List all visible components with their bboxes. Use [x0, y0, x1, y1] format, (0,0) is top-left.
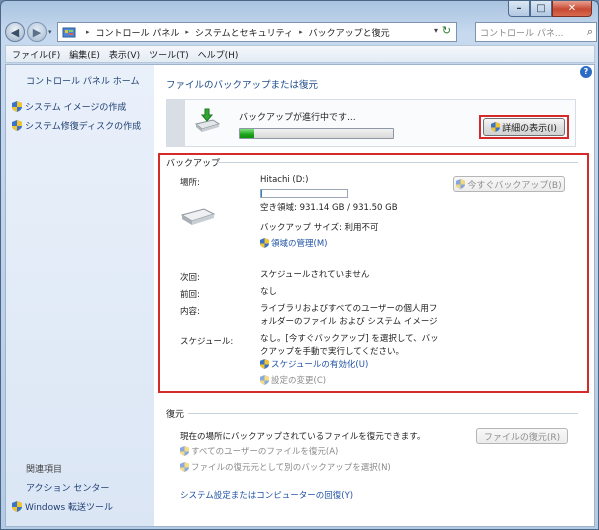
shield-icon [180, 446, 189, 456]
restore-description: 現在の場所にバックアップされているファイルを復元できます。 [180, 432, 426, 442]
breadcrumb-separator: ▸ [86, 28, 90, 36]
restore-section-title: 復元 [166, 410, 185, 420]
sidebar: コントロール パネル ホーム システム イメージの作成 システム修復ディスクの作… [6, 65, 154, 526]
window: – □ ✕ ◀ ▶ ▾ ▸ コントロール パネル ▸ システムとセキュリティ ▸… [0, 0, 599, 530]
menu-edit[interactable]: 編集(E) [69, 48, 100, 61]
schedule-line-2: クアップを手動で実行してください。 [260, 347, 404, 357]
backup-size-text: バックアップ サイズ: 利用不可 [260, 223, 379, 233]
shield-icon [180, 462, 189, 472]
change-settings-label: 設定の変更(C) [271, 376, 327, 386]
next-label: 次回: [180, 273, 200, 283]
search-placeholder: コントロール パネ... [480, 29, 564, 39]
last-value: なし [260, 287, 278, 297]
backup-status-text: バックアップが進行中です... [239, 113, 356, 123]
shield-icon [12, 501, 22, 512]
navigation-bar: ◀ ▶ ▾ ▸ コントロール パネル ▸ システムとセキュリティ ▸ バックアッ… [5, 21, 597, 43]
highlight-box-details [479, 115, 569, 139]
change-settings-link[interactable]: 設定の変更(C) [260, 375, 326, 388]
divider [188, 413, 578, 414]
menu-help[interactable]: ヘルプ(H) [198, 48, 239, 61]
forward-button[interactable]: ▶ [27, 22, 47, 42]
backup-now-label: 今すぐバックアップ(B) [467, 180, 562, 191]
breadcrumb-system-security[interactable]: システムとセキュリティ [195, 26, 293, 39]
schedule-line-1: なし。[今すぐバックアップ] を選択して、バッ [260, 334, 439, 344]
sidebar-item-create-repair-disc[interactable]: システム修復ディスクの作成 [12, 119, 141, 132]
free-space-text: 空き領域: 931.14 GB / 931.50 GB [260, 203, 398, 213]
menu-view[interactable]: 表示(V) [109, 48, 140, 61]
sidebar-item-windows-transfer[interactable]: Windows 転送ツール [12, 500, 113, 513]
minimize-button[interactable]: – [508, 1, 530, 17]
manage-space-label: 領域の管理(M) [271, 239, 328, 249]
breadcrumb-control-panel[interactable]: コントロール パネル [96, 26, 180, 39]
caption-buttons: – □ ✕ [508, 1, 592, 17]
shield-icon [456, 179, 466, 189]
divider [216, 162, 578, 163]
control-panel-icon [62, 27, 76, 38]
main-panel: ? ファイルのバックアップまたは復元 バックアップが進行中です... 詳細の表示… [154, 65, 594, 526]
maximize-button[interactable]: □ [530, 1, 552, 17]
refresh-icon[interactable]: ↻ [439, 24, 454, 40]
shield-icon [12, 101, 22, 112]
schedule-label: スケジュール: [180, 337, 234, 347]
sidebar-item-label: Windows 転送ツール [25, 503, 114, 513]
last-label: 前回: [180, 290, 200, 300]
location-value: Hitachi (D:) [260, 175, 309, 185]
enable-schedule-label: スケジュールの有効化(U) [271, 360, 369, 370]
shield-icon [12, 120, 22, 131]
next-value: スケジュールされていません [260, 270, 370, 280]
restore-all-users-label: すべてのユーザーのファイルを復元(A) [191, 447, 339, 457]
address-bar[interactable]: ▸ コントロール パネル ▸ システムとセキュリティ ▸ バックアップと復元 ▾… [57, 22, 457, 42]
location-label: 場所: [180, 178, 200, 188]
help-icon[interactable]: ? [580, 66, 592, 78]
manage-space-link[interactable]: 領域の管理(M) [260, 238, 327, 251]
select-other-backup-label: ファイルの復元元として別のバックアップを選択(N) [191, 463, 391, 473]
backup-drive-icon [194, 108, 221, 132]
select-other-backup-link[interactable]: ファイルの復元元として別のバックアップを選択(N) [180, 462, 391, 475]
sidebar-item-create-system-image[interactable]: システム イメージの作成 [12, 100, 126, 113]
menu-file[interactable]: ファイル(F) [12, 48, 60, 61]
hard-drive-icon [180, 208, 216, 225]
drive-usage-bar [260, 189, 348, 198]
close-button[interactable]: ✕ [552, 1, 592, 17]
back-button[interactable]: ◀ [5, 22, 25, 42]
search-input[interactable]: コントロール パネ... ⌕ [475, 22, 597, 42]
sidebar-home-link[interactable]: コントロール パネル ホーム [26, 74, 139, 87]
restore-files-button[interactable]: ファイルの復元(R) [476, 428, 568, 444]
contents-line-1: ライブラリおよびすべてのユーザーの個人用フ [260, 304, 438, 314]
breadcrumb-separator[interactable]: ▸ [299, 28, 303, 36]
sidebar-item-label: システム イメージの作成 [25, 103, 127, 113]
menu-bar: ファイル(F) 編集(E) 表示(V) ツール(T) ヘルプ(H) [5, 45, 595, 63]
search-icon[interactable]: ⌕ [587, 25, 593, 39]
backup-now-button[interactable]: 今すぐバックアップ(B) [453, 176, 565, 192]
breadcrumb-backup-restore[interactable]: バックアップと復元 [309, 26, 390, 39]
backup-progress-fill [240, 129, 254, 138]
address-dropdown-icon[interactable]: ▾ [434, 26, 438, 35]
backup-progress-bar [239, 128, 394, 139]
contents-label: 内容: [180, 307, 200, 317]
contents-line-2: ォルダーのファイル および システム イメージ [260, 317, 438, 327]
content-area: コントロール パネル ホーム システム イメージの作成 システム修復ディスクの作… [5, 64, 595, 527]
sidebar-related-heading: 関連項目 [26, 465, 63, 475]
system-recovery-link[interactable]: システム設定またはコンピューターの回復(Y) [180, 490, 353, 503]
shield-icon [260, 359, 269, 369]
shield-icon [260, 375, 269, 385]
restore-all-users-link[interactable]: すべてのユーザーのファイルを復元(A) [180, 446, 338, 459]
breadcrumb-separator[interactable]: ▸ [185, 28, 189, 36]
drive-usage-fill [261, 190, 263, 197]
sidebar-item-label: システム修復ディスクの作成 [25, 122, 142, 132]
recent-pages-dropdown[interactable]: ▾ [48, 28, 52, 36]
backup-section-title: バックアップ [166, 159, 221, 169]
menu-tools[interactable]: ツール(T) [149, 48, 189, 61]
sidebar-item-action-center[interactable]: アクション センター [26, 481, 109, 494]
shield-icon [260, 238, 269, 248]
enable-schedule-link[interactable]: スケジュールの有効化(U) [260, 359, 368, 372]
page-title: ファイルのバックアップまたは復元 [166, 80, 319, 91]
